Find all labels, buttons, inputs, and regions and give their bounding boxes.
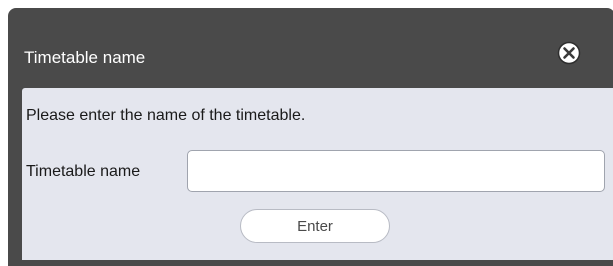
close-button[interactable] xyxy=(557,41,581,65)
timetable-name-input[interactable] xyxy=(187,150,605,192)
dialog-title-bar: Timetable name xyxy=(8,8,613,88)
enter-button[interactable]: Enter xyxy=(240,209,390,243)
close-circle-icon xyxy=(557,41,581,65)
dialog-content: Please enter the name of the timetable. … xyxy=(22,88,613,260)
timetable-name-dialog: Timetable name Please enter the name of … xyxy=(8,8,613,266)
timetable-name-label: Timetable name xyxy=(26,163,141,180)
dialog-title: Timetable name xyxy=(24,48,146,67)
dialog-prompt: Please enter the name of the timetable. xyxy=(26,107,306,124)
